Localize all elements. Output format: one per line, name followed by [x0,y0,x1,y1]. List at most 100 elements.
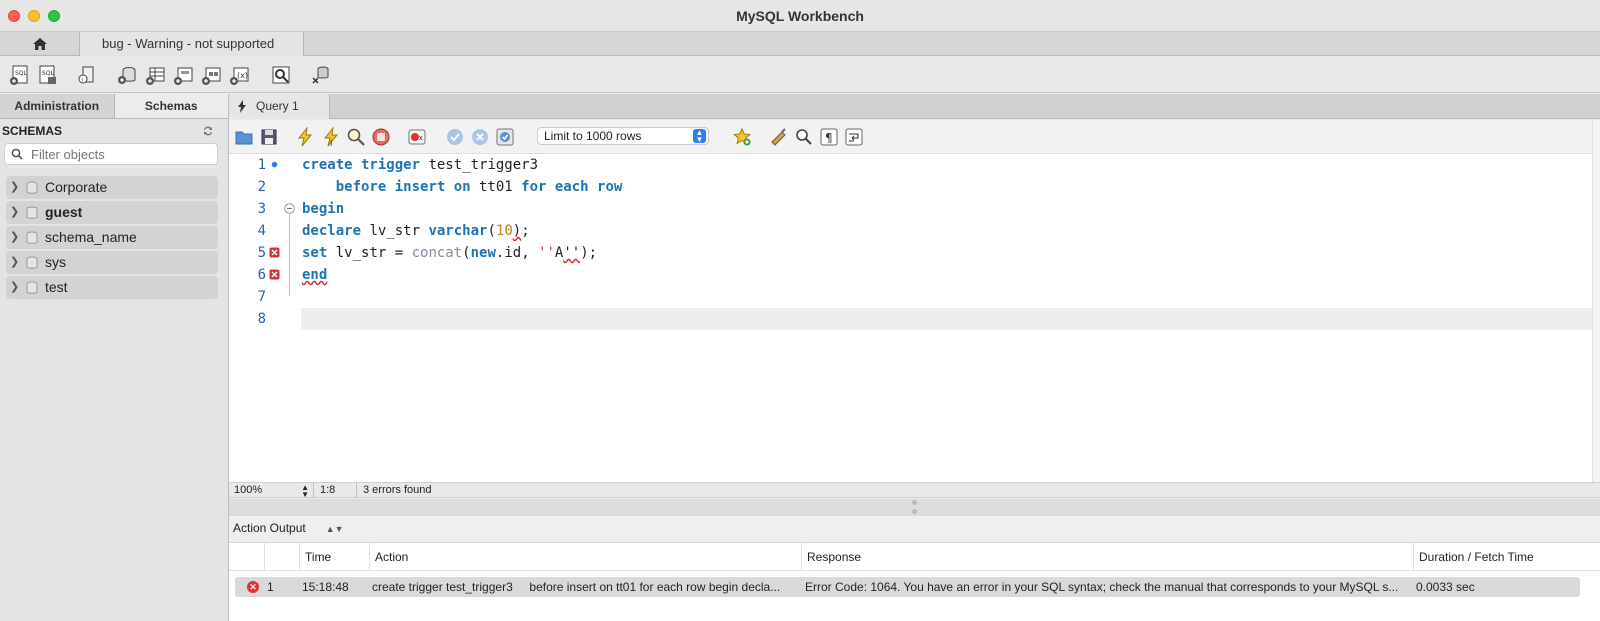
schema-name: sys [45,254,66,270]
svg-text:SQL: SQL [42,70,55,77]
schema-name: Corporate [45,179,108,195]
zoom-level-stepper[interactable]: 100% ▲ ▼ [234,483,314,499]
autocommit-icon[interactable] [495,127,515,147]
code-line: 6 end [229,264,1600,286]
row-response: Error Code: 1064. You have an error in y… [805,580,1399,594]
create-function-icon[interactable]: (x) [228,64,250,86]
code-line: 2 before insert on tt01 for each row [229,176,1600,198]
chevron-right-icon[interactable]: ❯ [10,201,19,224]
connection-tab-bar: bug - Warning - not supported [0,32,1600,56]
error-marker-icon[interactable] [269,269,280,280]
tab-query-1[interactable]: Query 1 [229,94,330,119]
zoom-level: 100% [234,484,263,496]
stepper-icon: ▲ ▼ [301,483,309,499]
schema-item-guest[interactable]: ❯ guest [6,201,218,224]
splitter-grip [912,500,917,505]
window-title: MySQL Workbench [736,8,864,24]
statement-dot-icon [271,161,278,168]
create-procedure-icon[interactable] [200,64,222,86]
chevron-right-icon[interactable]: ❯ [10,176,19,199]
chevron-right-icon[interactable]: ❯ [10,276,19,299]
code-text: before insert on tt01 for each row [335,179,623,195]
column-duration[interactable]: Duration / Fetch Time [1413,543,1553,571]
row-time: 15:18:48 [302,580,349,594]
home-tab[interactable] [0,32,80,56]
connection-tab[interactable]: bug - Warning - not supported [80,32,304,56]
create-schema-icon[interactable] [116,64,138,86]
column-index [264,543,299,571]
column-action[interactable]: Action [369,543,801,571]
find-icon[interactable] [794,127,814,147]
code-line: 7 [229,286,1600,308]
chevron-right-icon[interactable]: ❯ [10,251,19,274]
table-row[interactable]: ✕ 1 15:18:48 create trigger test_trigger… [235,577,1580,597]
svg-text:(x): (x) [237,71,248,80]
output-type-select[interactable]: Action Output ▲▼ [233,521,344,535]
tab-administration[interactable]: Administration [0,94,115,118]
search-table-data-icon[interactable] [270,64,292,86]
beautify-icon[interactable] [769,127,789,147]
error-marker-icon[interactable] [269,247,280,258]
sql-editor[interactable]: 1 create trigger test_trigger3 2 before … [229,154,1600,482]
filter-objects-input[interactable] [29,145,199,163]
invisible-characters-icon[interactable]: ¶ [819,127,839,147]
line-number: 3 [257,201,266,217]
fold-collapse-icon[interactable] [284,203,295,214]
schema-item-sys[interactable]: ❯ sys [6,251,218,274]
open-sql-script-icon[interactable]: SQL [36,64,58,86]
code-line: 5 set lv_str = concat(new.id, ''A''); [229,242,1600,264]
refresh-icon[interactable] [202,125,214,137]
create-view-icon[interactable] [172,64,194,86]
save-icon[interactable] [259,127,279,147]
limit-rows-select[interactable]: Limit to 1000 rows ▲ ▼ [537,127,709,145]
execute-icon[interactable] [295,127,315,147]
line-number: 7 [257,289,266,305]
svg-text:x: x [419,135,423,142]
schema-item-corporate[interactable]: ❯ Corporate [6,176,218,199]
tab-schemas[interactable]: Schemas [114,94,228,118]
schema-name: schema_name [45,229,137,245]
navigator-sidebar: Administration Schemas SCHEMAS ❯ Corpora… [0,94,229,621]
new-sql-tab-icon[interactable]: SQL [8,64,30,86]
line-number: 2 [257,179,266,195]
database-icon [26,181,38,194]
inspector-icon[interactable]: i [76,64,98,86]
explain-icon[interactable] [346,127,366,147]
filter-box[interactable] [4,143,218,165]
schema-name: test [45,279,68,295]
column-time[interactable]: Time [299,543,369,571]
schemas-header-label: SCHEMAS [2,124,63,138]
output-type-label: Action Output [233,521,306,535]
editor-scrollbar[interactable] [1592,120,1600,482]
rollback-icon[interactable] [470,127,490,147]
open-folder-icon[interactable] [234,127,254,147]
toggle-error-continue-icon[interactable]: x [407,127,427,147]
database-icon [26,206,38,219]
select-arrows-icon: ▲ ▼ [693,129,706,144]
schema-item-test[interactable]: ❯ test [6,276,218,299]
chevron-right-icon[interactable]: ❯ [10,226,19,249]
stop-icon[interactable] [371,127,391,147]
line-number: 8 [257,311,266,327]
line-number: 4 [257,223,266,239]
schema-item-schema-name[interactable]: ❯ schema_name [6,226,218,249]
code-text: create trigger test_trigger3 [302,157,539,173]
schema-name: guest [45,204,83,220]
execute-current-statement-icon[interactable]: I [321,127,341,147]
schema-list: ❯ Corporate ❯ guest ❯ schema_name ❯ sys … [0,176,228,299]
search-icon [11,148,23,160]
line-number: 6 [257,267,266,283]
word-wrap-icon[interactable] [844,127,864,147]
main-toolbar: SQL SQL i (x) [0,57,1600,93]
code-text: set lv_str = concat(new.id, ''A''); [302,245,598,261]
svg-text:i: i [82,78,83,84]
commit-icon[interactable] [445,127,465,147]
create-table-icon[interactable] [144,64,166,86]
panel-splitter[interactable] [229,499,1600,516]
reconnect-icon[interactable] [310,64,332,86]
column-response[interactable]: Response [801,543,1413,571]
limit-rows-value: Limit to 1000 rows [544,129,642,143]
chevron-updown-icon: ▲▼ [325,524,344,534]
add-snippet-icon[interactable] [732,127,752,147]
cursor-position: 1:8 [315,483,357,498]
